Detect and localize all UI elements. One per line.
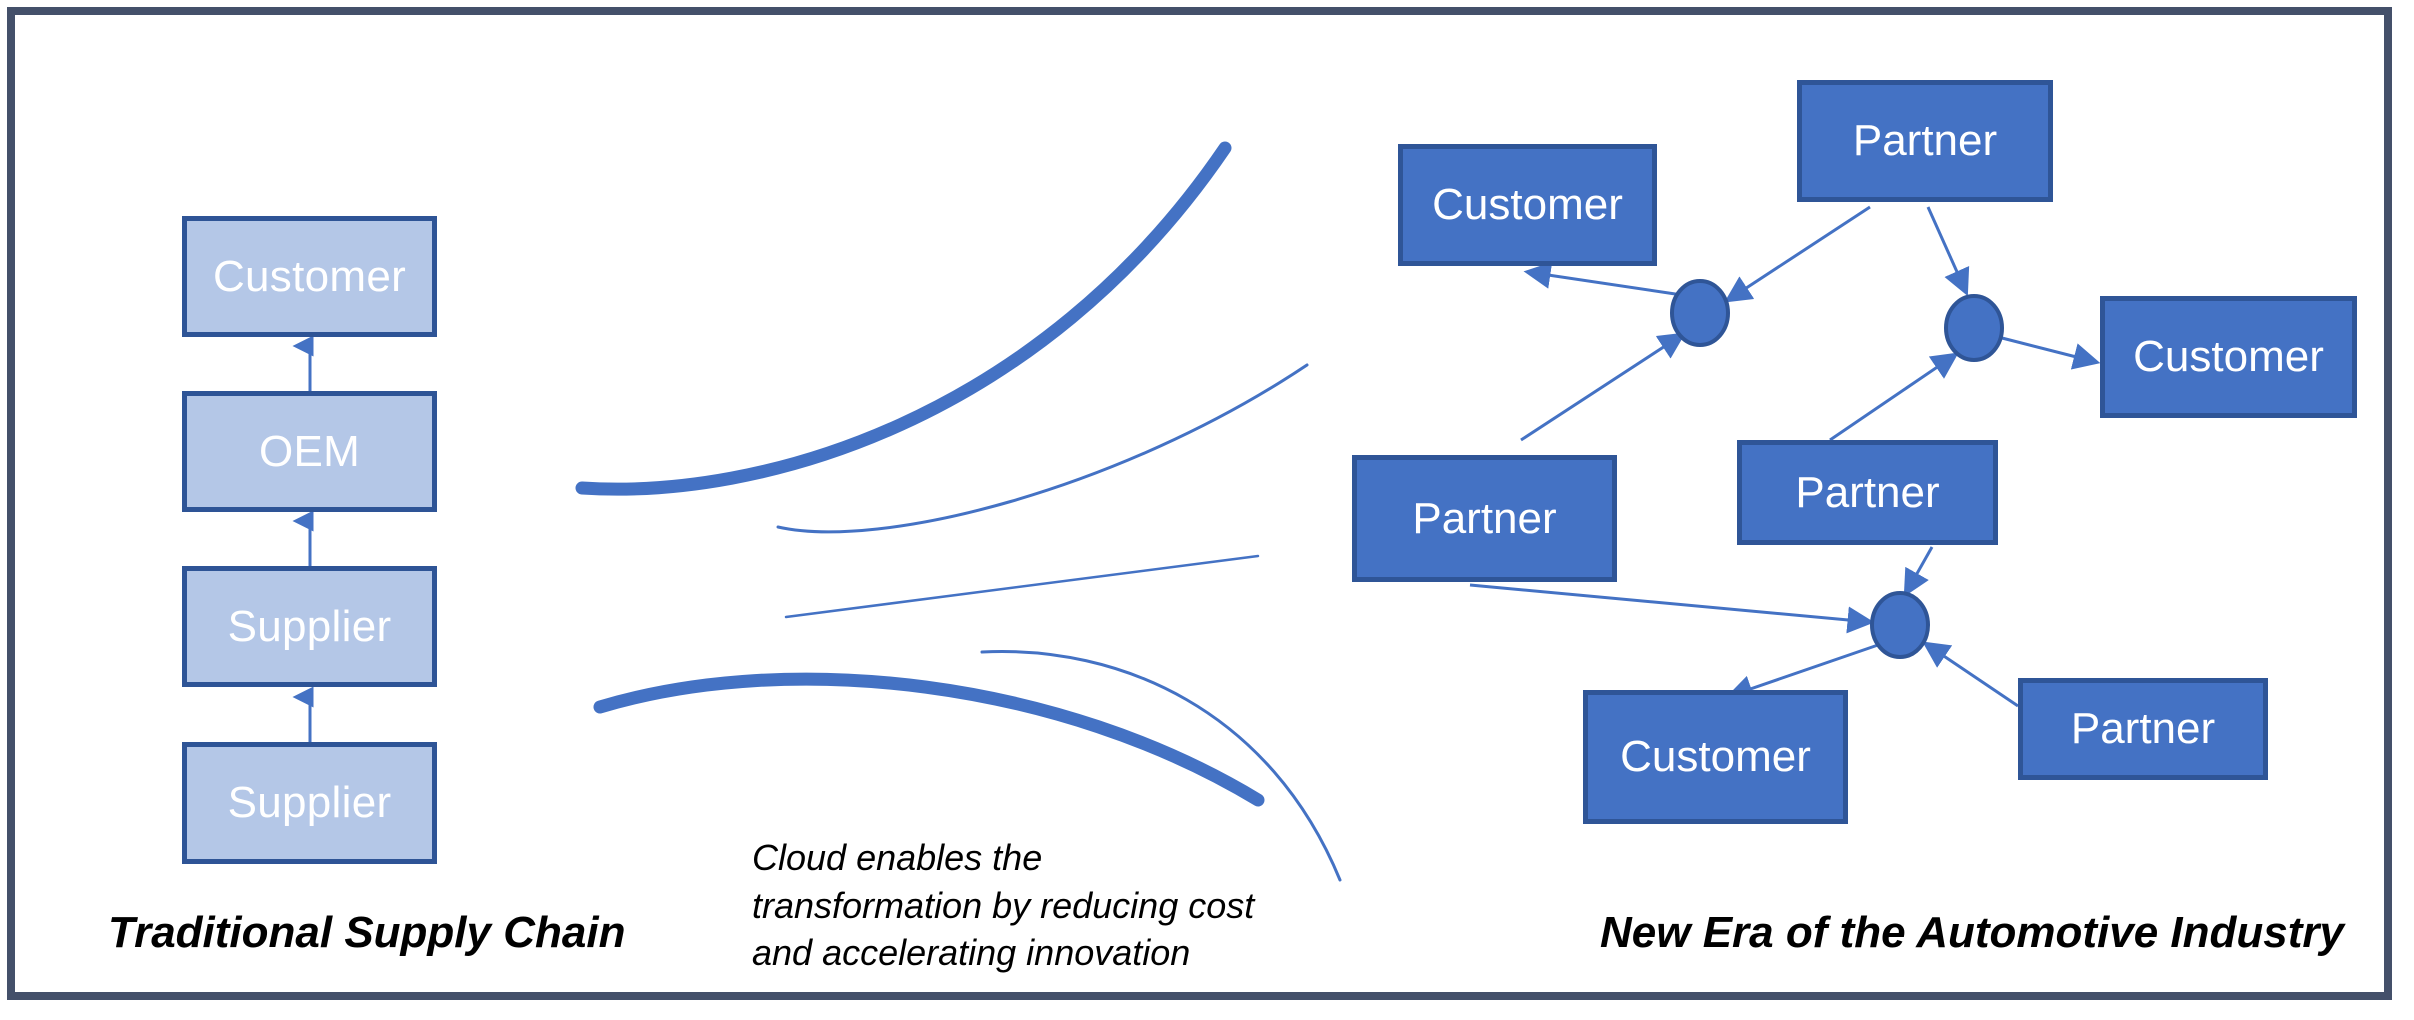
net-node-customer-bottom-left[interactable]: Customer [1583, 690, 1848, 824]
net-node-partner-bottom-right[interactable]: Partner [2018, 678, 2268, 780]
slide-canvas: Customer OEM Supplier Supplier Tradition… [0, 0, 2414, 1020]
chain-node-supplier-1[interactable]: Supplier [182, 566, 437, 687]
new-era-caption: New Era of the Automotive Industry [1600, 908, 2345, 957]
chain-node-oem[interactable]: OEM [182, 391, 437, 512]
cloud-caption: Cloud enables the transformation by redu… [752, 837, 1255, 974]
chain-node-customer[interactable]: Customer [182, 216, 437, 337]
net-node-customer-right[interactable]: Customer [2100, 296, 2357, 418]
chain-node-supplier-2[interactable]: Supplier [182, 742, 437, 864]
net-node-partner-middle[interactable]: Partner [1737, 440, 1998, 545]
net-node-customer-top-left[interactable]: Customer [1398, 144, 1657, 266]
net-node-partner-top[interactable]: Partner [1797, 80, 2053, 202]
traditional-supply-chain-caption: Traditional Supply Chain [108, 908, 626, 957]
net-node-partner-left[interactable]: Partner [1352, 455, 1617, 582]
